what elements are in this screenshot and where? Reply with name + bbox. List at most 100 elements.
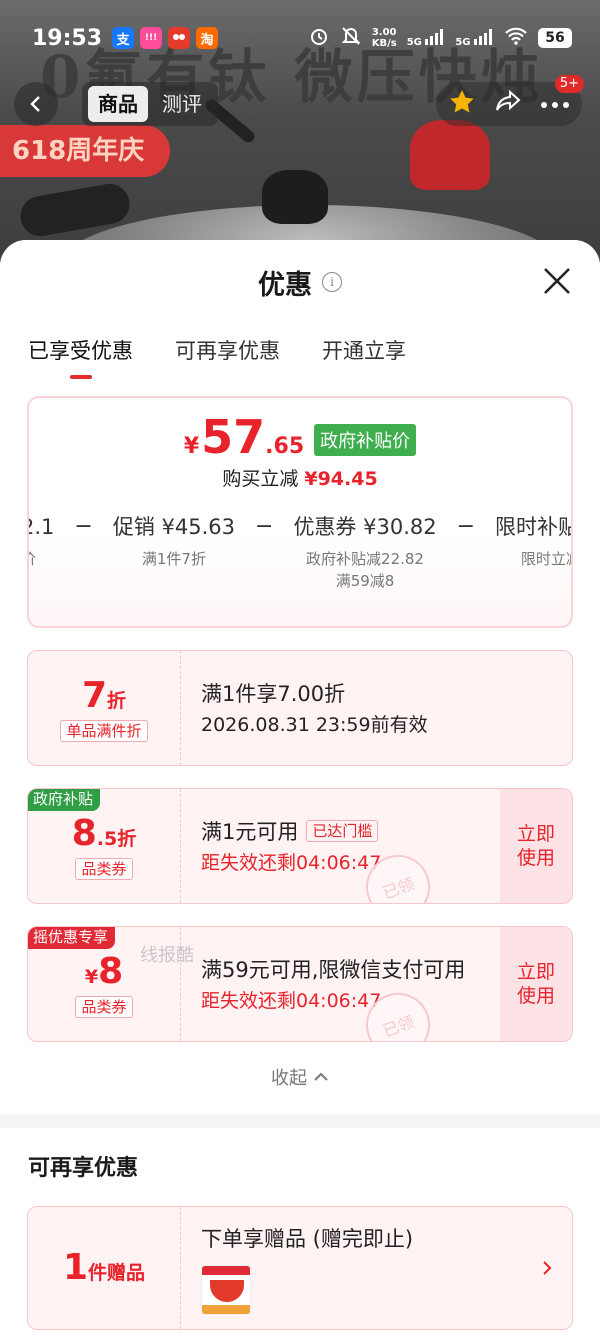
promo-tag: 618周年庆 (0, 125, 171, 177)
gov-subsidy-tag: 政府补贴价 (314, 424, 417, 456)
coupon-details: 满59元可用,限微信支付可用 距失效还剩04:06:47 已领 (181, 927, 500, 1041)
breakdown-main: 限时补贴 ¥18 (495, 515, 573, 539)
coupon-card: 政府补贴 8 .5折 品类券 满1元可用 已达门槛 距失效还剩04:06:47 已… (27, 788, 573, 904)
coupon-type-label: 单品满件折 (60, 719, 148, 742)
coupon-corner-tag: 政府补贴 (28, 789, 101, 811)
coupon-validity: 2026.08.31 23:59前有效 (201, 713, 428, 736)
final-price: ¥ 57 .65 政府补贴价 (29, 412, 571, 462)
chevron-up-icon (314, 1072, 328, 1081)
minus-sign: − (456, 514, 476, 539)
breakdown-item: 限时补贴 ¥18 限时立减18 (495, 510, 573, 570)
gift-details: 下单享赠品 (赠完即止) (181, 1207, 522, 1329)
network-speed-value: 3.00 (371, 27, 397, 38)
price-breakdown[interactable]: 2.1 价 − 促销 ¥45.63 满1件7折 − 优惠券 ¥30.82 政府补… (29, 510, 573, 592)
threshold-reached-tag: 已达门槛 (306, 819, 379, 842)
close-button[interactable] (540, 264, 574, 298)
thumb-strip (202, 1266, 250, 1275)
sheet-title: 优惠 (258, 269, 312, 301)
coupon-title-row: 满1元可用 已达门槛 (201, 818, 500, 846)
coupon-countdown: 距失效还剩04:06:47 (201, 989, 382, 1012)
tab-review[interactable]: 测评 (152, 86, 212, 122)
coupon-card: 7 折 单品满件折 满1件享7.00折 2026.08.31 23:59前有效 (27, 650, 573, 766)
gift-count-number: 1 (62, 1247, 89, 1288)
battery-indicator: 56 (538, 28, 572, 48)
coupon-amount: 7 折 (82, 675, 126, 716)
coupon-corner-tag: 摇优惠专享 (28, 927, 116, 949)
breakdown-main: 促销 ¥45.63 (112, 515, 235, 539)
use-now-button[interactable]: 立即 使用 (500, 789, 572, 903)
chevron-right-icon (543, 1261, 552, 1275)
coupon-amount: 8 .5折 (72, 813, 137, 854)
status-bar: 19:53 支 !!! 淘 3.00 KB/s 5G 5G 56 (0, 0, 600, 76)
favorite-star-icon[interactable] (448, 88, 476, 120)
coupon-details: 满1件享7.00折 2026.08.31 23:59前有效 (181, 651, 572, 765)
thumb-bowl (210, 1280, 244, 1302)
breakdown-item: 促销 ¥45.63 满1件7折 (113, 510, 235, 570)
gift-count-unit: 件赠品 (88, 1262, 146, 1284)
gift-card[interactable]: 1 件赠品 下单享赠品 (赠完即止) (27, 1206, 573, 1330)
breakdown-main: 2.1 (29, 515, 55, 539)
info-icon[interactable]: i (322, 272, 342, 292)
more-badge: 5+ (554, 74, 584, 93)
coupon-card: 摇优惠专享 ¥ 8 品类券 满59元可用,限微信支付可用 距失效还剩04:06:… (27, 926, 573, 1042)
collapse-button[interactable]: 收起 (0, 1064, 600, 1090)
top-tabs: 商品 测评 (82, 82, 218, 126)
coupon-type-label: 品类券 (75, 995, 133, 1018)
share-icon[interactable] (494, 89, 522, 119)
coupon-amount: ¥ 8 (85, 951, 123, 992)
coupon-details: 满1元可用 已达门槛 距失效还剩04:06:47 已领 (181, 789, 500, 903)
coupon-type-label: 品类券 (75, 857, 133, 880)
status-time: 19:53 (32, 25, 103, 51)
notification-app-icons: 支 !!! 淘 (112, 27, 219, 49)
breakdown-item: 优惠券 ¥30.82 政府补贴减22.82 满59减8 (293, 510, 436, 592)
tab-enjoyed-discounts[interactable]: 已享受优惠 (28, 335, 133, 379)
taobao-icon: 淘 (196, 27, 219, 49)
alipay-icon: 支 (112, 27, 135, 49)
back-button[interactable] (14, 82, 58, 126)
network-speed-unit: KB/s (371, 38, 397, 49)
coupon-title: 满1元可用 (201, 819, 299, 844)
thumb-strip-bottom (202, 1305, 250, 1314)
sheet-header: 优惠 i (0, 240, 600, 324)
breakdown-main: 优惠券 ¥30.82 (293, 515, 437, 539)
minus-sign: − (255, 514, 274, 539)
reduce-row: 购买立减 ¥94.45 (29, 464, 571, 491)
coupon-amount-small: 折 (107, 689, 127, 712)
gift-title: 下单享赠品 (赠完即止) (201, 1227, 414, 1251)
breakdown-sub: 满1件7折 (141, 550, 206, 568)
price-integer: 57 (201, 410, 266, 464)
tab-product[interactable]: 商品 (88, 86, 148, 122)
gift-count: 1 件赠品 (28, 1207, 181, 1329)
reduce-label: 购买立减 (222, 468, 299, 490)
collapse-label: 收起 (271, 1068, 307, 1089)
discount-sheet: 优惠 i 已享受优惠 可再享优惠 开通立享 ¥ 57 .65 政府补贴价 购买立… (0, 240, 600, 1333)
coupon-amount-small: .5折 (96, 827, 137, 850)
minus-sign: − (74, 514, 93, 539)
more-icon[interactable]: 5+ (540, 74, 584, 114)
alarm-icon (308, 25, 330, 51)
app-pink-icon: !!! (140, 27, 163, 49)
pot-knob-graphic (262, 170, 328, 224)
tab-more-discounts[interactable]: 可再享优惠 (175, 335, 280, 365)
price-summary-card: ¥ 57 .65 政府补贴价 购买立减¥94.45 2.1 价 − 促销 ¥45… (27, 396, 573, 628)
signal-1-label: 5G (406, 36, 422, 48)
gift-arrow[interactable] (522, 1207, 572, 1329)
breakdown-sub: 限时立减18 (520, 550, 571, 568)
signal-2-label: 5G (455, 36, 471, 48)
signal-bars-icon (474, 28, 492, 45)
breakdown-sub: 政府补贴减22.82 (306, 550, 424, 568)
section-title: 可再享优惠 (28, 1156, 139, 1181)
mute-icon (340, 25, 362, 51)
coupon-countdown: 距失效还剩04:06:47 (201, 851, 382, 874)
coupon-amount-big: 7 (81, 674, 108, 716)
use-now-button[interactable]: 立即 使用 (500, 927, 572, 1041)
app-red-icon (168, 27, 191, 49)
coupon-amount-big: 8 (71, 812, 97, 854)
price-decimal: .65 (265, 434, 305, 459)
tab-activate-discounts[interactable]: 开通立享 (322, 335, 406, 365)
sheet-top-section: 优惠 i 已享受优惠 可再享优惠 开通立享 ¥ 57 .65 政府补贴价 购买立… (0, 240, 600, 1114)
chevron-left-icon (30, 96, 40, 112)
coupon-amount-big: 8 (98, 950, 124, 992)
signal-5g-2: 5G (455, 28, 494, 48)
price-currency: ¥ (183, 434, 200, 459)
